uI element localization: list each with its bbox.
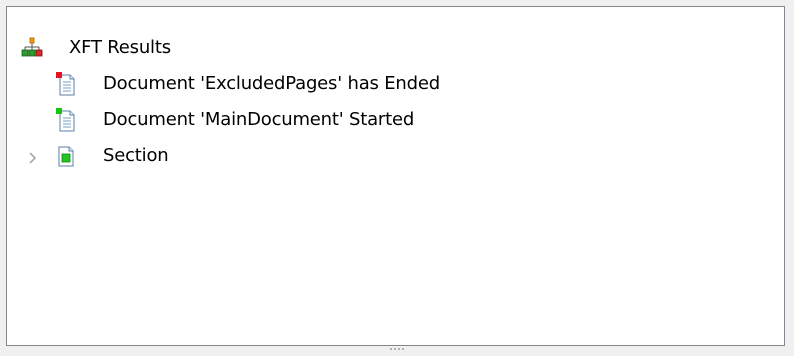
tree-root-label: XFT Results	[69, 37, 171, 58]
hierarchy-icon	[21, 37, 43, 59]
chevron-right-icon[interactable]	[28, 149, 38, 164]
section-icon	[55, 144, 77, 168]
results-tree: XFT Results Document 'ExcludedPages' has…	[7, 7, 784, 345]
tree-item-label: Section	[103, 145, 169, 166]
tree-item-label: Document 'ExcludedPages' has Ended	[103, 73, 440, 94]
results-tree-panel: XFT Results Document 'ExcludedPages' has…	[6, 6, 785, 346]
bottom-resize-grip[interactable]	[390, 348, 404, 350]
document-ended-icon	[55, 72, 77, 96]
tree-item-label: Document 'MainDocument' Started	[103, 109, 415, 130]
document-started-icon	[55, 108, 77, 132]
